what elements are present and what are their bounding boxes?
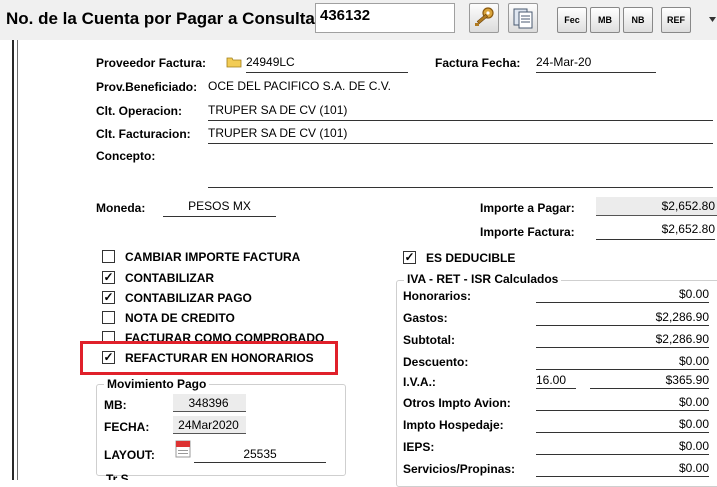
moneda-label: Moneda: [96,201,146,215]
toolbar-overflow-icon [708,14,717,26]
fecha-value: 24Mar2020 [173,416,246,434]
clt-operacion-label: Clt. Operacion: [96,104,183,118]
concepto-label: Concepto: [96,149,156,163]
es-deducible-label: ES DEDUCIBLE [426,251,516,265]
left-border [12,40,14,480]
iva-value: $365.90 [590,373,709,389]
subtotal-label: Subtotal: [403,333,455,347]
factura-fecha-label: Factura Fecha: [435,56,521,70]
pdf-icon[interactable] [175,440,191,458]
ref-button[interactable]: REF [661,7,691,33]
folder-icon[interactable] [226,56,242,68]
ieps-value: $0.00 [536,439,709,455]
calc-title: IVA - RET - ISR Calculados [404,272,562,286]
movimiento-partial-text: Tr S [106,472,129,480]
checkbox[interactable] [102,250,115,263]
option-label: CAMBIAR IMPORTE FACTURA [125,250,301,264]
servicios-propinas-value: $0.00 [536,461,709,477]
checkbox[interactable] [102,311,115,324]
impto-hospedaje-label: Impto Hospedaje: [403,418,504,432]
proveedor-label: Proveedor Factura: [96,56,207,70]
account-number-input[interactable]: 436132 [315,3,455,33]
subtotal-value: $2,286.90 [536,332,709,348]
importe-factura-label: Importe Factura: [480,225,575,239]
descuento-label: Descuento: [403,355,469,369]
checkbox[interactable]: ✓ [403,251,416,264]
iva-rate[interactable]: 16.00 [536,373,576,389]
importe-pagar-label: Importe a Pagar: [480,201,575,215]
nb-button[interactable]: NB [623,7,653,33]
option-label: CONTABILIZAR [125,271,215,285]
concepto-field[interactable] [208,150,713,188]
servicios-propinas-label: Servicios/Propinas: [403,462,516,476]
fecha-label: FECHA: [104,420,150,434]
account-label: No. de la Cuenta por Pagar a Consultar: [6,9,328,28]
clt-facturacion-label: Clt. Facturacion: [96,127,191,141]
ieps-label: IEPS: [403,440,435,454]
importe-pagar-value: $2,652.80 [596,197,717,216]
movimiento-pago-title: Movimiento Pago [104,377,210,391]
option-label: CONTABILIZAR PAGO [125,291,252,305]
iva-label: I.V.A.: [403,375,436,389]
key-icon [475,7,494,26]
descuento-value: $0.00 [536,354,709,370]
prov-beneficiado-value: OCE DEL PACIFICO S.A. DE C.V. [208,79,391,93]
otros-impto-avion-value: $0.00 [536,395,709,411]
moneda-value[interactable]: PESOS MX [163,199,276,217]
honorarios-value: $0.00 [536,287,709,303]
left-border-inner [17,40,18,480]
option-label: NOTA DE CREDITO [125,311,235,325]
checkbox[interactable]: ✓ [102,351,115,364]
proveedor-value[interactable]: 24949LC [246,55,408,73]
otros-impto-avion-label: Otros Impto Avion: [403,396,511,410]
clt-facturacion-value[interactable]: TRUPER SA DE CV (101) [208,126,713,144]
clt-operacion-value[interactable]: TRUPER SA DE CV (101) [208,103,713,121]
impto-hospedaje-value: $0.00 [536,417,709,433]
gastos-label: Gastos: [403,311,448,325]
factura-fecha-value[interactable]: 24-Mar-20 [536,55,656,73]
search-button[interactable] [469,3,499,33]
prov-beneficiado-label: Prov.Beneficiado: [96,80,198,94]
layout-value[interactable]: 25535 [194,447,326,463]
gastos-value: $2,286.90 [536,310,709,326]
importe-factura-value[interactable]: $2,652.80 [596,222,715,240]
mb-value: 348396 [173,394,246,412]
honorarios-label: Honorarios: [403,289,472,303]
checkbox[interactable]: ✓ [102,291,115,304]
mb-label: MB: [104,398,127,412]
document-copy-icon [513,8,533,29]
mb-button[interactable]: MB [590,7,620,33]
option-label: REFACTURAR EN HONORARIOS [125,351,314,365]
copy-button[interactable] [508,3,538,33]
fec-button[interactable]: Fec [557,7,587,33]
layout-label: LAYOUT: [104,448,155,462]
checkbox[interactable]: ✓ [102,271,115,284]
